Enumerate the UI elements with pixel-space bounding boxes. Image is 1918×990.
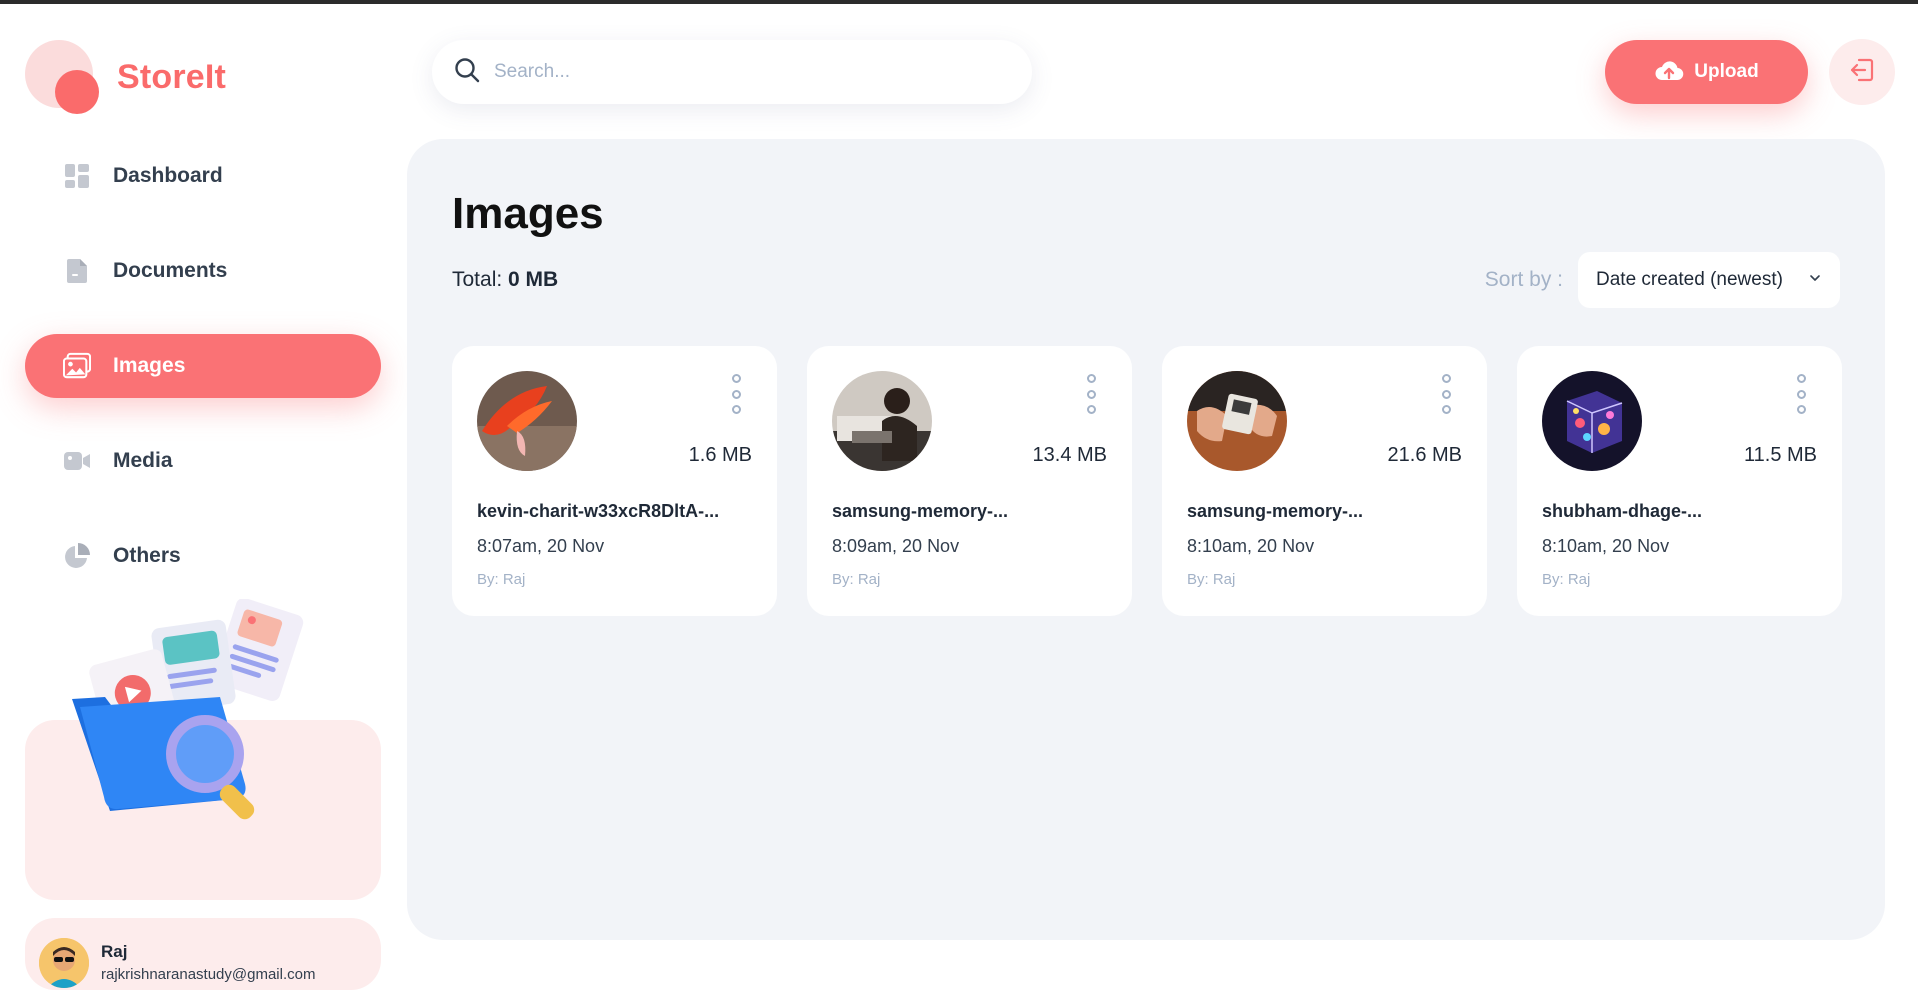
file-name: samsung-memory-... [832,501,1009,521]
search-bar[interactable] [432,40,1032,104]
file-name: kevin-charit-w33xcR8DltA-... [477,501,720,521]
file-date: 8:09am, 20 Nov [832,536,960,556]
images-icon [63,352,91,380]
file-card[interactable]: 1.6 MB kevin-charit-w33xcR8DltA-... 8:07… [452,346,777,616]
user-name: Raj [101,942,128,961]
chevron-down-icon [1808,271,1822,290]
sidebar-item-dashboard[interactable]: Dashboard [25,144,381,208]
dashboard-icon [63,162,91,190]
total-size: Total: 0 MB [452,268,558,292]
total-label: Total: [452,268,503,291]
more-options-icon[interactable] [1793,374,1809,414]
file-date: 8:10am, 20 Nov [1187,536,1315,556]
sidebar-item-label: Media [113,449,173,472]
sidebar-item-images[interactable]: Images [25,334,381,398]
sidebar-item-others[interactable]: Others [25,524,381,588]
file-thumbnail [1187,371,1287,471]
main-content: Images Total: 0 MB Sort by : Date create… [407,139,1885,940]
cloud-upload-icon [1654,58,1684,87]
app-logo[interactable]: StoreIt [25,40,226,114]
file-grid: 1.6 MB kevin-charit-w33xcR8DltA-... 8:07… [452,346,1842,616]
sidebar-item-documents[interactable]: Documents [25,239,381,303]
file-owner: By: Raj [832,571,881,588]
sidebar-nav: Dashboard Documents Images Media Others [25,144,381,619]
file-thumbnail [832,371,932,471]
sort-label: Sort by : [1484,268,1563,291]
logout-icon [1848,56,1876,89]
file-size: 21.6 MB [1387,444,1462,466]
sort-control: Sort by : Date created (newest) [1485,252,1840,308]
file-size: 1.6 MB [688,444,752,466]
file-size: 13.4 MB [1032,444,1107,466]
sort-select[interactable]: Date created (newest) [1578,252,1840,308]
upload-label: Upload [1694,61,1759,82]
logo-icon [25,40,99,114]
file-card[interactable]: 11.5 MB shubham-dhage-... 8:10am, 20 Nov… [1517,346,1842,616]
app-name: StoreIt [117,57,227,96]
search-input[interactable] [494,61,994,83]
upload-button[interactable]: Upload [1605,40,1808,104]
file-card[interactable]: 21.6 MB samsung-memory-... 8:10am, 20 No… [1162,346,1487,616]
more-options-icon[interactable] [1438,374,1454,414]
video-icon [63,447,91,475]
file-owner: By: Raj [1542,571,1591,588]
file-thumbnail [477,371,577,471]
user-card[interactable]: Raj rajkrishnaranastudy@gmail.com [25,918,381,990]
document-icon [63,257,91,285]
logout-button[interactable] [1829,39,1895,105]
file-name: samsung-memory-... [1187,501,1364,521]
sidebar-item-label: Documents [113,259,228,282]
more-options-icon[interactable] [1083,374,1099,414]
sidebar-item-media[interactable]: Media [25,429,381,493]
pie-chart-icon [63,542,91,570]
more-options-icon[interactable] [728,374,744,414]
file-name: shubham-dhage-... [1542,501,1703,521]
file-owner: By: Raj [1187,571,1236,588]
avatar [39,938,89,988]
folder-illustration [72,599,304,820]
page-title: Images [452,189,604,238]
sort-selected-value: Date created (newest) [1596,269,1783,290]
total-value: 0 MB [508,268,559,291]
sidebar-item-label: Images [113,354,186,377]
file-card[interactable]: 13.4 MB samsung-memory-... 8:09am, 20 No… [807,346,1132,616]
search-icon [454,57,480,88]
file-size: 11.5 MB [1744,444,1817,466]
file-date: 8:10am, 20 Nov [1542,536,1670,556]
file-owner: By: Raj [477,571,526,588]
sidebar-item-label: Others [113,544,181,567]
user-email: rajkrishnaranastudy@gmail.com [101,966,316,983]
file-date: 8:07am, 20 Nov [477,536,605,556]
file-thumbnail [1542,371,1642,471]
sidebar-item-label: Dashboard [113,164,223,187]
sidebar: StoreIt Dashboard Documents Images Media… [0,4,400,990]
